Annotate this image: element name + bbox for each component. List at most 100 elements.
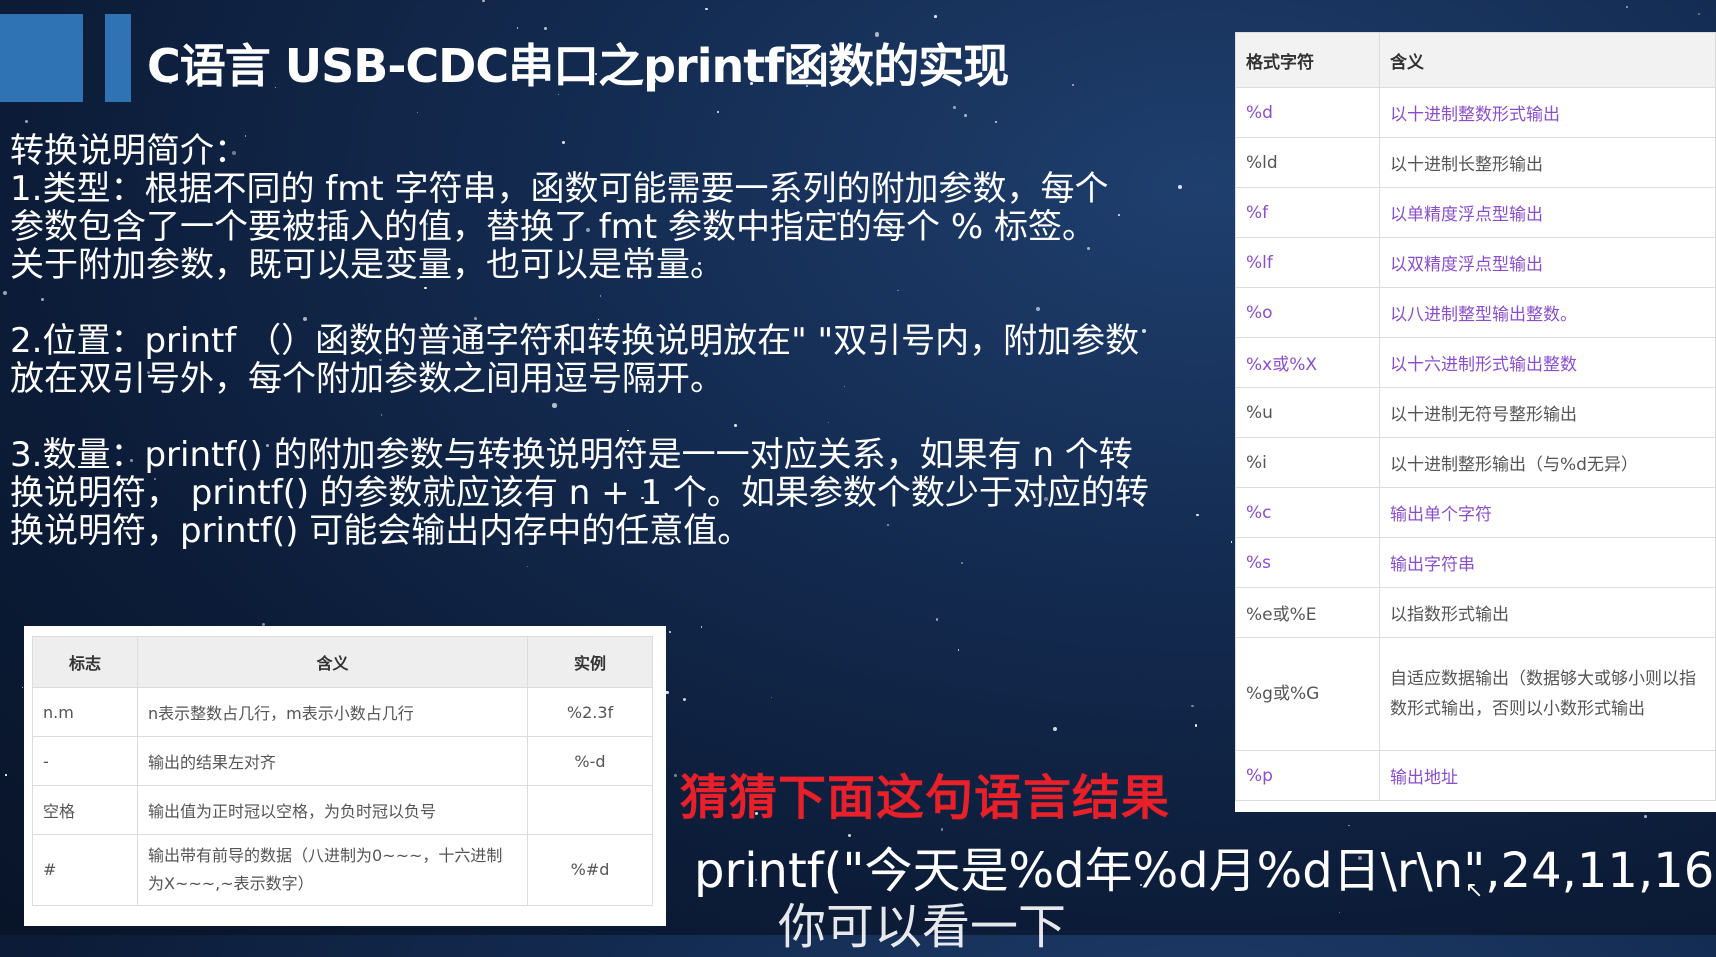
cell: - bbox=[32, 736, 138, 786]
table-row: %c 输出单个字符 bbox=[1235, 487, 1716, 538]
cell: 以十进制整数形式输出 bbox=[1379, 87, 1716, 138]
star bbox=[1644, 815, 1647, 818]
star bbox=[24, 119, 29, 124]
star bbox=[961, 562, 964, 564]
cell: 以十进制整形输出（与%d无异） bbox=[1379, 437, 1716, 488]
table-row: %e或%E 以指数形式输出 bbox=[1235, 587, 1716, 638]
table-row: %d 以十进制整数形式输出 bbox=[1235, 87, 1716, 138]
cell: 以单精度浮点型输出 bbox=[1379, 187, 1716, 238]
table-row: %i 以十进制整形输出（与%d无异） bbox=[1235, 437, 1716, 488]
cell: 输出单个字符 bbox=[1379, 487, 1716, 538]
table-row: %lf 以双精度浮点型输出 bbox=[1235, 237, 1716, 288]
star bbox=[1697, 13, 1700, 16]
cell: 以双精度浮点型输出 bbox=[1379, 237, 1716, 288]
table-row: %u 以十进制无符号整形输出 bbox=[1235, 387, 1716, 438]
cell: 以十六进制形式输出整数 bbox=[1379, 337, 1716, 388]
star bbox=[3, 290, 8, 295]
star bbox=[770, 696, 773, 698]
guess-prompt: 猜猜下面这句语言结果 bbox=[680, 770, 1171, 826]
cell: %2.3f bbox=[527, 687, 653, 737]
cell: 输出字符串 bbox=[1379, 537, 1716, 588]
cell: %i bbox=[1235, 437, 1380, 488]
star bbox=[716, 110, 720, 114]
title-accent-bar bbox=[105, 14, 131, 102]
star bbox=[673, 773, 678, 777]
body-line: 参数包含了一个要被插入的值，替换了 fmt 参数中指定的每个 % 标签。 bbox=[10, 207, 1096, 247]
cell: %d bbox=[1235, 87, 1380, 138]
table-header: 实例 bbox=[527, 636, 653, 688]
star bbox=[934, 15, 937, 18]
cell: 自适应数据输出（数据够大或够小则以指数形式输出，否则以小数形式输出 bbox=[1379, 637, 1716, 751]
table-row: %x或%X 以十六进制形式输出整数 bbox=[1235, 337, 1716, 388]
cell: %x或%X bbox=[1235, 337, 1380, 388]
star bbox=[935, 618, 938, 621]
body-line: 关于附加参数，既可以是变量，也可以是常量。 bbox=[10, 245, 724, 285]
star bbox=[1230, 541, 1233, 543]
star bbox=[669, 631, 671, 633]
cell: n表示整数占几行，m表示小数占几行 bbox=[137, 687, 528, 737]
title-accent-block bbox=[0, 14, 83, 102]
star bbox=[21, 686, 24, 689]
star bbox=[526, 566, 528, 568]
cell: n.m bbox=[32, 687, 138, 737]
cell: 输出的结果左对齐 bbox=[137, 736, 528, 786]
cell: %f bbox=[1235, 187, 1380, 238]
cell: 输出带有前导的数据（八进制为0~~~，十六进制为X~~~,~表示数字） bbox=[137, 834, 528, 906]
body-line: 2.位置：printf （）函数的普通字符和转换说明放在" "双引号内，附加参数 bbox=[10, 321, 1140, 361]
format-char-table: 格式字符 含义 %d 以十进制整数形式输出 %ld 以十进制长整形输出 %f 以单精度… bbox=[1235, 32, 1716, 812]
star bbox=[964, 113, 968, 117]
flag-table: 标志 含义 实例 n.m n表示整数占几行，m表示小数占几行 %2.3f - 输出的结… bbox=[24, 626, 666, 926]
star bbox=[1191, 704, 1194, 708]
cell: %e或%E bbox=[1235, 587, 1380, 638]
table-row: %o 以八进制整型输出整数。 bbox=[1235, 287, 1716, 338]
star bbox=[5, 774, 7, 776]
table-row: %p 输出地址 bbox=[1235, 750, 1716, 801]
star bbox=[704, 7, 708, 11]
cell bbox=[527, 785, 653, 835]
star bbox=[1348, 824, 1350, 826]
star bbox=[482, 0, 485, 3]
body-line: 放在双引号外，每个附加参数之间用逗号隔开。 bbox=[10, 359, 724, 399]
table-header: 含义 bbox=[137, 636, 528, 688]
table-row: n.m n表示整数占几行，m表示小数占几行 %2.3f bbox=[32, 687, 653, 737]
cell: 输出值为正时冠以空格，为负时冠以负号 bbox=[137, 785, 528, 835]
cell: %c bbox=[1235, 487, 1380, 538]
video-subtitle: 你可以看一下 bbox=[778, 899, 1067, 955]
star bbox=[700, 626, 702, 628]
star bbox=[1071, 84, 1074, 87]
table-row: %f 以单精度浮点型输出 bbox=[1235, 187, 1716, 238]
star bbox=[1194, 724, 1198, 728]
body-line: 换说明符， printf() 的参数就应该有 n + 1 个。如果参数个数少于对… bbox=[10, 473, 1149, 513]
table-row: # 输出带有前导的数据（八进制为0~~~，十六进制为X~~~,~表示数字） %#d bbox=[32, 834, 653, 906]
table-row: %ld 以十进制长整形输出 bbox=[1235, 137, 1716, 188]
body-line: 转换说明简介： bbox=[10, 131, 248, 171]
table-header: 格式字符 bbox=[1235, 32, 1380, 88]
cell: 以指数形式输出 bbox=[1379, 587, 1716, 638]
cell: %o bbox=[1235, 287, 1380, 338]
table-header: 含义 bbox=[1379, 32, 1716, 88]
cell: %s bbox=[1235, 537, 1380, 588]
cell: 空格 bbox=[32, 785, 138, 835]
body-line: 换说明符，printf() 可能会输出内存中的任意值。 bbox=[10, 511, 752, 551]
cell: %u bbox=[1235, 387, 1380, 438]
cell: %p bbox=[1235, 750, 1380, 801]
cell: %g或%G bbox=[1235, 637, 1380, 751]
cell: %lf bbox=[1235, 237, 1380, 288]
cell: # bbox=[32, 834, 138, 906]
star bbox=[516, 27, 519, 29]
table-row: - 输出的结果左对齐 %-d bbox=[32, 736, 653, 786]
body-text: 转换说明简介： 1.类型：根据不同的 fmt 字符串，函数可能需要一系列的附加参… bbox=[10, 132, 1210, 550]
body-line: 3.数量：printf() 的附加参数与转换说明符是一一对应关系，如果有 n 个… bbox=[10, 435, 1133, 475]
star bbox=[417, 112, 419, 114]
cell: 以十进制无符号整形输出 bbox=[1379, 387, 1716, 438]
table-row: %g或%G 自适应数据输出（数据够大或够小则以指数形式输出，否则以小数形式输出 bbox=[1235, 637, 1716, 751]
star bbox=[1625, 6, 1628, 9]
star bbox=[1052, 726, 1057, 732]
cell: %#d bbox=[527, 834, 653, 906]
star bbox=[958, 649, 960, 651]
star bbox=[953, 106, 957, 109]
table-header: 标志 bbox=[32, 636, 138, 688]
slide-title: C语言 USB-CDC串口之printf函数的实现 bbox=[147, 39, 1009, 93]
cell: 以十进制长整形输出 bbox=[1379, 137, 1716, 188]
cell: 以八进制整型输出整数。 bbox=[1379, 287, 1716, 338]
